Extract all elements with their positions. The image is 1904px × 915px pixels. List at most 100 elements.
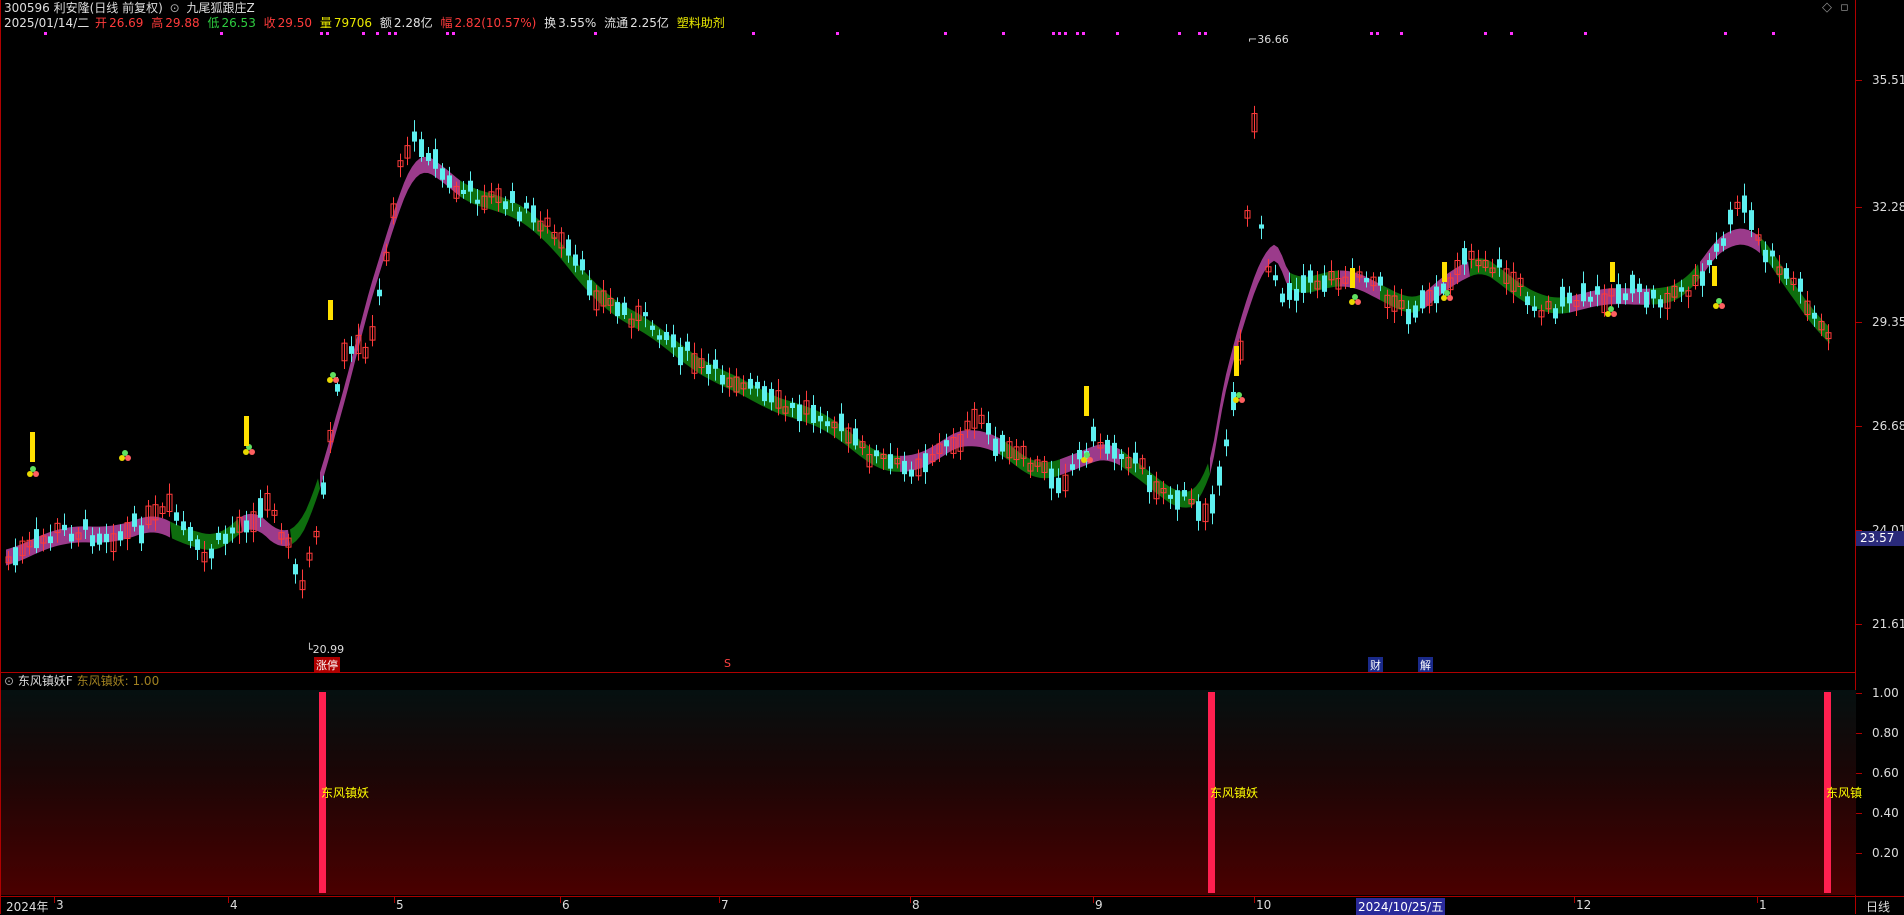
signal-label: 东风镇妖 (321, 786, 370, 800)
candle (440, 168, 445, 180)
signal-dot (1082, 32, 1085, 35)
panel-divider[interactable] (0, 672, 1856, 673)
highlight-candle (1442, 262, 1447, 282)
candle (1553, 308, 1558, 319)
candle (377, 289, 382, 297)
candle (1595, 286, 1600, 295)
candle (209, 548, 214, 559)
candle (1119, 453, 1124, 460)
signal-dot (594, 32, 597, 35)
indicator-tick (1856, 813, 1862, 814)
diamond-icon[interactable]: ◇ (1822, 0, 1832, 15)
candle (34, 529, 39, 549)
period-label[interactable]: 日线 (1866, 898, 1890, 915)
window-icon[interactable]: ▫ (1840, 0, 1849, 15)
candle (188, 526, 193, 541)
signal-dot (1198, 32, 1201, 35)
signal-dot (394, 32, 397, 35)
candle (1434, 286, 1439, 304)
candle (1070, 464, 1075, 470)
candle (1364, 278, 1369, 283)
unlock-event[interactable]: 解 (1418, 657, 1433, 673)
candle (1000, 434, 1005, 452)
price-label: 26.68 (1872, 419, 1904, 433)
cluster-marker (1713, 303, 1719, 309)
indicator-title[interactable]: 九尾狐跟庄Z (187, 1, 255, 15)
candle (1742, 195, 1747, 213)
signal-dot (220, 32, 223, 35)
amount-label: 额 (379, 16, 392, 30)
candle (1581, 283, 1586, 302)
candle (1259, 224, 1264, 229)
indicator-axis-label: 0.80 (1872, 726, 1899, 740)
price-label: 29.35 (1872, 315, 1904, 329)
time-axis[interactable]: 2024年 3 4 5 6 7 8 9 10 2024/10/25/五 12 1… (0, 896, 1904, 915)
candle (321, 482, 326, 495)
candle (48, 536, 53, 544)
time-label: 8 (912, 898, 920, 912)
time-label: 4 (230, 898, 238, 912)
highlight-candle (244, 416, 249, 446)
signal-dot (326, 32, 329, 35)
indicator-axis-label: 0.60 (1872, 766, 1899, 780)
turnover-label: 换 (544, 16, 557, 30)
signal-dot (1772, 32, 1775, 35)
highlight-candle (1234, 346, 1239, 376)
candle (706, 364, 711, 374)
candle (580, 259, 585, 271)
indicator-panel[interactable]: 东风镇妖 东风镇妖 东风镇 (1, 690, 1862, 895)
candle (622, 302, 627, 315)
candle (1091, 426, 1096, 442)
cluster-marker (1716, 298, 1722, 304)
candle (1721, 238, 1726, 246)
sector-tag[interactable]: 塑料助剂 (677, 16, 725, 30)
candle (1420, 290, 1425, 309)
cluster-marker (333, 377, 339, 383)
signal-dot (1204, 32, 1207, 35)
high-label: 高 (151, 16, 164, 30)
candle (1812, 312, 1817, 319)
candle (1406, 308, 1411, 325)
signal-dot (446, 32, 449, 35)
price-label: 32.28 (1872, 200, 1904, 214)
volume-label: 量 (319, 16, 332, 30)
financial-event[interactable]: 财 (1368, 657, 1383, 673)
amount-value: 2.28亿 (393, 16, 433, 30)
candle (181, 521, 186, 531)
candle (1616, 284, 1621, 304)
candle (97, 533, 102, 545)
time-label: 12 (1576, 898, 1592, 912)
indicator-panel-title[interactable]: 东风镇妖F (18, 674, 73, 688)
signal-dot (1484, 32, 1487, 35)
indicator-dropdown-icon[interactable]: ⊙ (170, 1, 180, 15)
candle (349, 346, 354, 354)
highlight-candle (328, 300, 333, 320)
candle (1049, 468, 1054, 489)
candle (853, 428, 858, 446)
candle (1749, 210, 1754, 230)
candle (1217, 466, 1222, 486)
candle (874, 450, 879, 457)
float-value: 2.25亿 (630, 16, 669, 30)
candle (1497, 259, 1502, 268)
candle (566, 239, 571, 256)
signal-label: 东风镇 (1826, 786, 1863, 800)
candle (1630, 274, 1635, 294)
candle (1798, 278, 1803, 292)
candle (1637, 283, 1642, 293)
candle (1763, 249, 1768, 263)
cluster-marker (1444, 290, 1450, 296)
small-event[interactable]: S (722, 657, 733, 670)
candle (573, 254, 578, 266)
price-tick (1856, 624, 1862, 625)
limit-up-event[interactable]: 涨停 (314, 657, 340, 673)
collapse-icon[interactable]: ⊙ (4, 674, 14, 688)
candlestick-chart[interactable] (0, 30, 1856, 672)
cursor-date: 2024/10/25/五 (1356, 898, 1446, 915)
stock-title[interactable]: 300596 利安隆(日线 前复权) (4, 1, 163, 15)
candle (1210, 494, 1215, 514)
candle (475, 199, 480, 204)
candle (524, 202, 529, 209)
candle (1133, 452, 1138, 464)
cluster-marker (1719, 303, 1725, 309)
